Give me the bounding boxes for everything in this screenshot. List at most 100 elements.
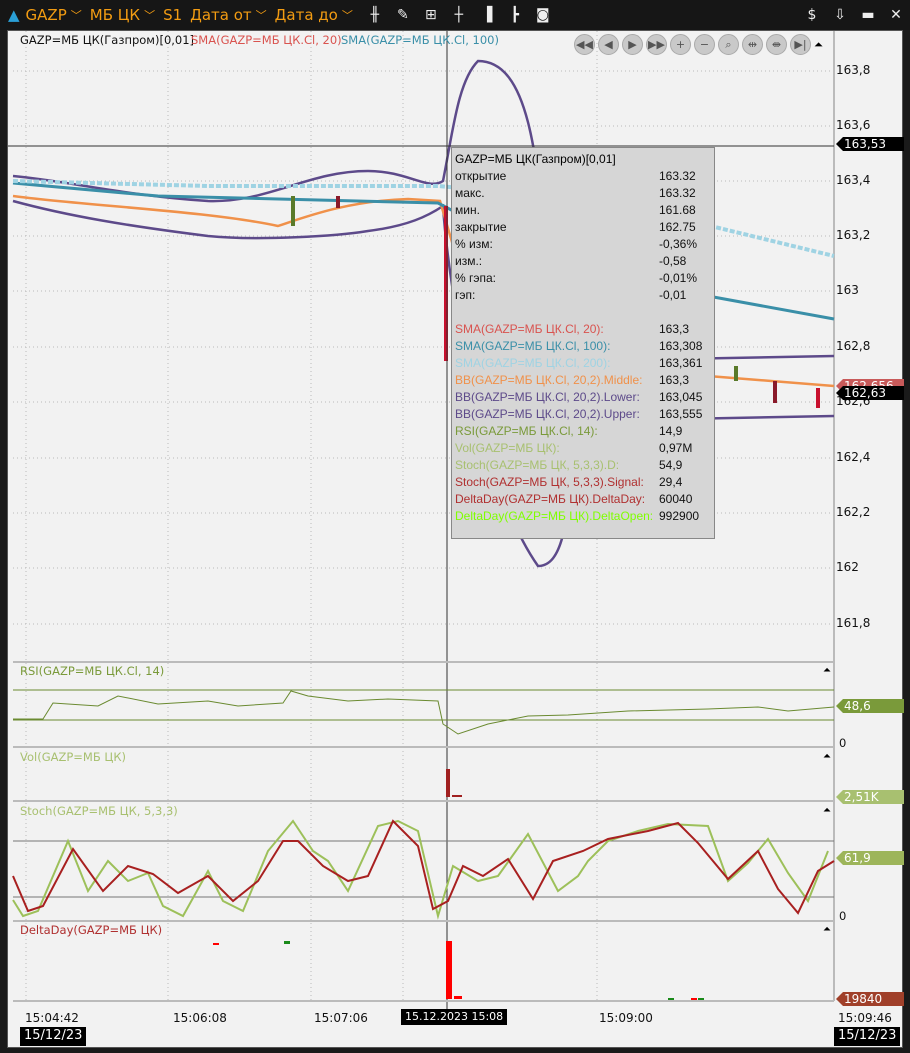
tooltip-key: Stoch(GAZP=МБ ЦК, 5,3,3).Signal: xyxy=(455,475,644,489)
tooltip-key: SMA(GAZP=МБ ЦК.Cl, 20): xyxy=(455,322,604,336)
tooltip-title: GAZP=МБ ЦК(Газпром)[0,01] xyxy=(455,152,616,166)
delta-title: DeltaDay(GAZP=МБ ЦК) xyxy=(20,923,163,937)
price-tick: 161,8 xyxy=(836,616,871,630)
expand-icon[interactable]: ⇼ xyxy=(766,34,787,55)
tooltip-value: 163,361 xyxy=(659,356,703,370)
tooltip-row: изм.: -0,58 xyxy=(455,253,711,270)
legend-main: GAZP=МБ ЦК(Газпром)[0,01] xyxy=(20,33,195,47)
date-to-label: Дата до xyxy=(274,6,338,24)
vol-value-tag: 2,51K xyxy=(836,790,904,804)
zoom-in-icon[interactable]: + xyxy=(670,34,691,55)
tooltip-value: 14,9 xyxy=(659,424,683,438)
tooltip-key: DeltaDay(GAZP=МБ ЦК).DeltaOpen: xyxy=(455,509,654,523)
tooltip-key: макс. xyxy=(455,186,485,200)
pencil-icon[interactable]: ✎ xyxy=(394,7,412,23)
tooltip-row: мин. 161.68 xyxy=(455,202,711,219)
forward-fast-icon[interactable]: ▶▶ xyxy=(646,34,667,55)
minimize-icon[interactable]: ▬ xyxy=(859,7,877,23)
tooltip-key: BB(GAZP=МБ ЦК.Cl, 20,2).Lower: xyxy=(455,390,640,404)
tooltip-value: 163.32 xyxy=(659,186,696,200)
legend-sma100: SMA(GAZP=МБ ЦК.Cl, 100) xyxy=(341,33,499,47)
tooltip-key: Vol(GAZP=МБ ЦК): xyxy=(455,441,560,455)
vol-title: Vol(GAZP=МБ ЦК) xyxy=(20,750,126,764)
triangle-icon: ▲ xyxy=(8,6,20,24)
tooltip-key xyxy=(455,304,659,321)
collapse-icon[interactable]: ⏶ xyxy=(823,805,831,816)
tooltip-row xyxy=(455,304,711,321)
tooltip-value: 161.68 xyxy=(659,203,696,217)
symbol-select[interactable]: GAZP ﹀ xyxy=(26,6,82,24)
tooltip-row: BB(GAZP=МБ ЦК.Cl, 20,2).Upper: 163,555 xyxy=(455,406,711,423)
tooltip-key: гэп: xyxy=(455,288,476,302)
collapse-icon[interactable]: ⏶ xyxy=(823,751,831,762)
data-tooltip: GAZP=МБ ЦК(Газпром)[0,01] открытие 163.32… xyxy=(451,147,715,539)
time-tick: 15:07:06 xyxy=(314,1011,368,1025)
tooltip-key: Stoch(GAZP=МБ ЦК, 5,3,3).D: xyxy=(455,458,620,472)
collapse-icon[interactable]: ⏶ xyxy=(823,665,831,676)
tooltip-row: % гэпа: -0,01% xyxy=(455,270,711,287)
tooltip-row: закрытие 162.75 xyxy=(455,219,711,236)
time-tick: 15:09:46 xyxy=(838,1011,892,1025)
timeframe-label: S1 xyxy=(163,6,183,24)
collapse-icon[interactable]: ⏶ xyxy=(823,924,831,935)
price-tick: 163 xyxy=(836,283,859,297)
dollar-icon[interactable]: $ xyxy=(803,7,821,23)
volume-profile-icon[interactable]: ▐ xyxy=(478,7,496,23)
tooltip-value: 60040 xyxy=(659,492,693,506)
chevron-down-icon: ﹀ xyxy=(255,9,267,22)
date-right-tag: 15/12/23 xyxy=(834,1027,901,1046)
crosshair-price-tag: 163,53 xyxy=(836,137,904,151)
chevron-down-icon: ﹀ xyxy=(341,9,353,22)
rewind-fast-icon[interactable]: ◀◀ xyxy=(574,34,595,55)
tooltip-value: 163,3 xyxy=(659,322,690,336)
tooltip-row: % изм: -0,36% xyxy=(455,236,711,253)
price-axis[interactable]: 163,8 163,6 163,4 163,2 163 162,8 162,6 … xyxy=(836,31,904,661)
crosshair-icon[interactable]: ┼ xyxy=(450,7,468,23)
zoom-search-icon[interactable]: ⌕ xyxy=(718,34,739,55)
tooltip-row: DeltaDay(GAZP=МБ ЦК).DeltaOpen: 992900 xyxy=(455,508,711,525)
delta-value-tag: 19840 xyxy=(836,992,904,1006)
tooltip-key: RSI(GAZP=МБ ЦК.Cl, 14): xyxy=(455,424,598,438)
timeframe-select[interactable]: S1 xyxy=(163,6,182,24)
tooltip-value: 0,97M xyxy=(659,441,693,455)
tooltip-row: BB(GAZP=МБ ЦК.Cl, 20,2).Middle: 163,3 xyxy=(455,372,711,389)
rsi-title: RSI(GAZP=МБ ЦК.Cl, 14) xyxy=(20,664,165,678)
tooltip-value: 162.75 xyxy=(659,220,696,234)
tooltip-value: 992900 xyxy=(659,509,700,523)
date-from-select[interactable]: Дата от ﹀ xyxy=(190,6,267,24)
tooltip-value: 54,9 xyxy=(659,458,683,472)
price-tick: 162,2 xyxy=(836,505,871,519)
arrow-down-icon[interactable]: ⇩ xyxy=(831,7,849,23)
zoom-out-icon[interactable]: − xyxy=(694,34,715,55)
tooltip-value: 163.32 xyxy=(659,169,696,183)
last-price-tag: 162,63 xyxy=(836,386,904,400)
level-icon[interactable]: ┣ xyxy=(506,7,524,23)
collapse-icon[interactable]: ⏶ xyxy=(814,38,823,51)
tooltip-value: 163,308 xyxy=(659,339,703,353)
tooltip-value: 163,555 xyxy=(659,407,703,421)
price-tick: 162,4 xyxy=(836,450,871,464)
price-tick: 163,2 xyxy=(836,228,871,242)
compress-icon[interactable]: ⇹ xyxy=(742,34,763,55)
date-to-select[interactable]: Дата до ﹀ xyxy=(275,6,353,24)
forward-icon[interactable]: ▶ xyxy=(622,34,643,55)
rewind-icon[interactable]: ◀ xyxy=(598,34,619,55)
tooltip-key: открытие xyxy=(455,169,507,183)
tooltip-row: SMA(GAZP=МБ ЦК.Cl, 20): 163,3 xyxy=(455,321,711,338)
chevron-down-icon: ﹀ xyxy=(144,9,156,22)
chart-type-icon[interactable]: ⊞ xyxy=(422,7,440,23)
tooltip-row: DeltaDay(GAZP=МБ ЦК).DeltaDay: 60040 xyxy=(455,491,711,508)
chart-frame: GAZP=МБ ЦК(Газпром)[0,01] SMA(GAZP=МБ ЦК… xyxy=(7,30,904,1048)
go-end-icon[interactable]: ▶| xyxy=(790,34,811,55)
market-select[interactable]: МБ ЦК ﹀ xyxy=(90,6,155,24)
rsi-zero: 0 xyxy=(839,736,847,750)
tooltip-row: гэп: -0,01 xyxy=(455,287,711,304)
tooltip-key: SMA(GAZP=МБ ЦК.Cl, 100): xyxy=(455,339,611,353)
candles-icon[interactable]: ╫ xyxy=(366,7,384,23)
tooltip-value: 163,045 xyxy=(659,390,703,404)
tooltip-value: -0,01 xyxy=(659,288,687,302)
tooltip-key: мин. xyxy=(455,203,480,217)
legend-sma20: SMA(GAZP=МБ ЦК.Cl, 20) xyxy=(191,33,342,47)
close-icon[interactable]: ✕ xyxy=(887,7,905,23)
screenshot-icon[interactable]: ◙ xyxy=(534,7,552,23)
